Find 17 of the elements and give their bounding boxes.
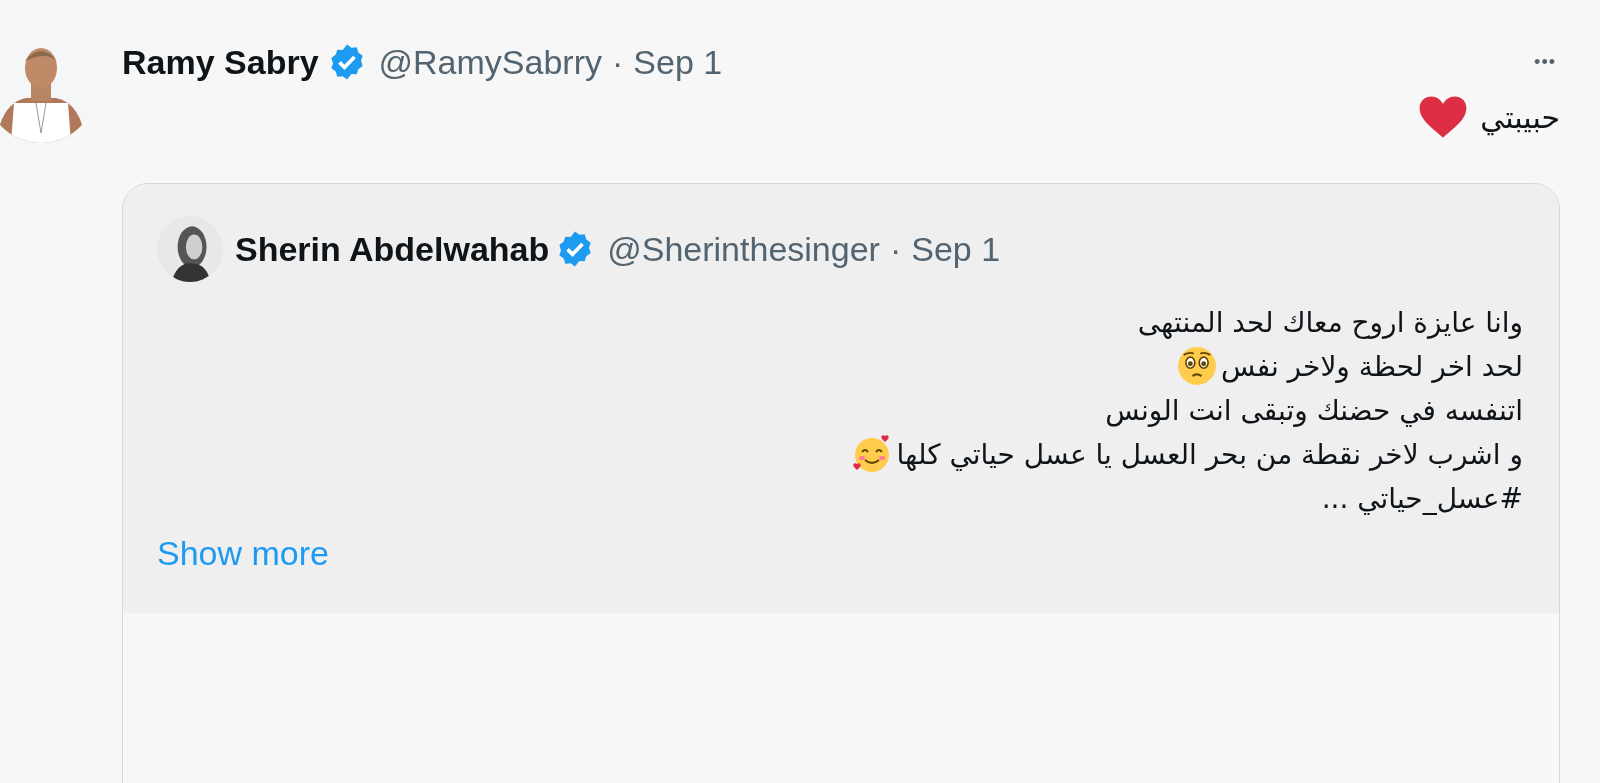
tweet-date[interactable]: Sep 1 xyxy=(633,42,723,82)
more-menu-button[interactable]: ••• xyxy=(1530,51,1560,73)
separator-dot: · xyxy=(889,229,902,269)
author-handle[interactable]: @Sherinthesinger xyxy=(607,229,880,269)
tweet-text-line: لحد اخر لحظة ولاخر نفس xyxy=(1221,349,1523,383)
tweet-text: حبيبتي xyxy=(1480,99,1560,135)
author-name[interactable]: Ramy Sabry xyxy=(122,42,319,82)
author-name[interactable]: Sherin Abdelwahab xyxy=(235,229,550,269)
tweet-date[interactable]: Sep 1 xyxy=(911,229,1001,269)
tweet-text-line: اتنفسه في حضنك وتبقى انت الونس xyxy=(1105,393,1523,427)
teary-face-icon xyxy=(1177,346,1218,386)
heart-icon xyxy=(1418,95,1469,139)
tweet-text-line: وانا عايزة اروح معاك لحد المنتهى xyxy=(1137,305,1523,339)
tweet-text-line: و اشرب لاخر نقطة من بحر العسل يا عسل حياتي كلها xyxy=(896,437,1523,471)
tweet-text-line: #عسل_حياتي ... xyxy=(1321,481,1523,515)
author-handle[interactable]: @RamySabrry xyxy=(378,42,602,82)
separator-dot: · xyxy=(612,42,624,82)
